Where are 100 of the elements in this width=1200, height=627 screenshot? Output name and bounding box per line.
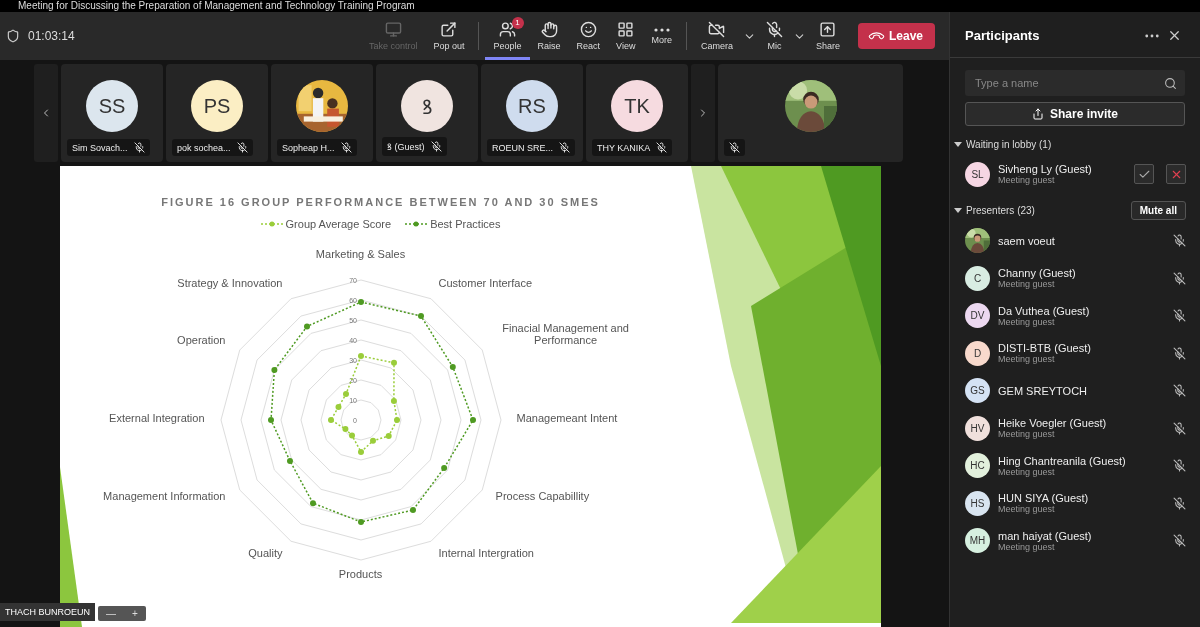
participant-name: saem voeut <box>998 234 1056 247</box>
avatar: C <box>965 265 990 291</box>
avatar: HC <box>965 453 990 479</box>
axis-label: Marketing & Sales <box>315 248 406 260</box>
zoom-button[interactable]: — <box>98 606 124 621</box>
axis-label: Products <box>338 568 383 580</box>
legend-label: Best Practices <box>430 218 501 230</box>
avatar: D <box>965 340 990 366</box>
mute-all-button[interactable]: Mute all <box>1130 200 1186 220</box>
chart-title: FIGURE 16 GROUP PERFORMANCE BETWEEN 70 AND 30 SMES <box>161 196 600 208</box>
toolbar-button[interactable]: View <box>608 12 644 60</box>
zoom-button[interactable]: + <box>124 606 146 621</box>
shield-icon <box>6 29 20 43</box>
axis-label: Process Capabillity <box>495 490 590 502</box>
grid-icon <box>617 21 635 38</box>
avatar: HS <box>965 490 990 516</box>
avatar: DV <box>965 303 990 329</box>
participant-name: Da Vuthea (Guest) <box>998 304 1091 317</box>
axis-label: Customer Interface <box>438 276 533 289</box>
axis-label: Management Information <box>103 490 226 502</box>
section-header[interactable]: Presenters (23) <box>954 204 1131 216</box>
toolbar-button[interactable]: Mic <box>757 12 791 60</box>
participant-tile[interactable]: PS pok sochea... <box>166 64 268 162</box>
axis-label: Operation <box>177 334 226 346</box>
participant-name: Sim Sovach... <box>72 142 128 153</box>
legend-marker-icon <box>260 221 283 227</box>
avatar: TK <box>611 80 663 132</box>
avatar: SS <box>86 80 138 132</box>
caret-icon <box>954 140 962 148</box>
mic-off-icon <box>559 142 570 153</box>
participant-tile[interactable]: SS Sim Sovach... <box>61 64 163 162</box>
share-icon <box>1032 108 1044 120</box>
axis-label: Managemeant Intent <box>516 412 618 424</box>
search-icon <box>1164 76 1177 90</box>
toolbar-button[interactable]: More <box>643 12 680 60</box>
participant-name: Sopheap H... <box>282 142 335 153</box>
camera-off-icon <box>708 21 726 38</box>
participant-name: Channy (Guest) <box>998 267 1077 280</box>
participant-name: ꝸ (Guest) <box>387 141 425 153</box>
legend-marker-icon <box>405 221 428 227</box>
presenter-name: THACH BUNROEUN <box>0 603 95 621</box>
search-input[interactable]: Type a name <box>965 77 1164 89</box>
mic-off-icon <box>236 142 248 153</box>
participant-name: Heike Voegler (Guest) <box>998 417 1108 430</box>
participant-role: Meeting guest <box>998 541 1055 552</box>
mic-off-icon <box>729 142 740 153</box>
avatar: SL <box>965 161 990 187</box>
monitor-icon <box>384 21 402 38</box>
avatar: HV <box>965 415 990 441</box>
share-invite-button[interactable]: Share invite <box>965 102 1185 126</box>
mic-off-icon <box>340 142 352 153</box>
participant-name: THY KANIKA <box>597 142 651 153</box>
legend-label: Group Average Score <box>285 218 392 230</box>
avatar: MH <box>965 528 990 554</box>
section-header[interactable]: Waiting in lobby (1) <box>954 138 1186 150</box>
participant-name: pok sochea... <box>177 142 231 153</box>
leave-button[interactable]: Leave <box>857 23 935 49</box>
axis-label: Finacial Management and Performance <box>501 322 630 346</box>
caret-icon <box>954 206 962 214</box>
participant-tile[interactable]: TK THY KANIKA <box>586 64 688 162</box>
toolbar-button[interactable]: React <box>568 12 609 60</box>
more-icon <box>653 27 670 32</box>
avatar: GS <box>965 378 990 404</box>
toolbar-button[interactable]: Share <box>807 12 848 60</box>
toolbar-button[interactable]: Raise <box>529 12 569 60</box>
hand-icon <box>540 21 558 38</box>
participant-tile[interactable]: RS ROEUN SRE... <box>481 64 583 162</box>
pop-out-icon <box>440 21 458 38</box>
admit-button[interactable] <box>1134 164 1154 184</box>
participant-role: Meeting guest <box>998 466 1056 477</box>
mic-off-icon <box>656 142 668 153</box>
participant-role: Meeting guest <box>998 354 1056 365</box>
people-icon <box>499 21 516 38</box>
axis-label: Strategy & Innovation <box>177 276 283 289</box>
participant-role: Meeting guest <box>998 316 1055 327</box>
more-icon <box>1145 33 1159 38</box>
meeting-timer: 01:03:14 <box>28 29 75 43</box>
deny-button[interactable] <box>1166 164 1186 184</box>
panel-title: Participants <box>965 28 1041 43</box>
participant-role: Meeting guest <box>998 429 1056 440</box>
participant-name: Sivheng Ly (Guest) <box>998 163 1093 175</box>
participant-name: DISTI-BTB (Guest) <box>998 342 1092 355</box>
share-icon <box>819 21 837 38</box>
participant-role: Meeting guest <box>998 504 1056 515</box>
toolbar-button[interactable]: Camera <box>692 12 741 60</box>
mic-off-icon <box>430 141 442 152</box>
toolbar-button[interactable]: People 1 <box>485 12 530 60</box>
mic-off-icon <box>765 21 783 38</box>
window-title: Meeting for Discussing the Preparation of Management and Technology Training Program <box>0 0 1200 12</box>
search-field[interactable]: Type a name <box>965 70 1185 96</box>
participant-tile[interactable]: Sopheap H... <box>271 64 373 162</box>
mic-off-icon <box>133 142 145 153</box>
toolbar-button[interactable]: Pop out <box>425 12 473 60</box>
close-icon <box>1167 28 1182 43</box>
axis-label: Internal Intergration <box>438 547 534 560</box>
smile-icon <box>579 21 597 38</box>
participant-tile[interactable]: ꝸ ꝸ (Guest) <box>376 64 478 162</box>
participant-role: Meeting guest <box>998 175 1056 185</box>
avatar: ꝸ <box>401 80 453 132</box>
participant-tile[interactable] <box>718 64 903 162</box>
